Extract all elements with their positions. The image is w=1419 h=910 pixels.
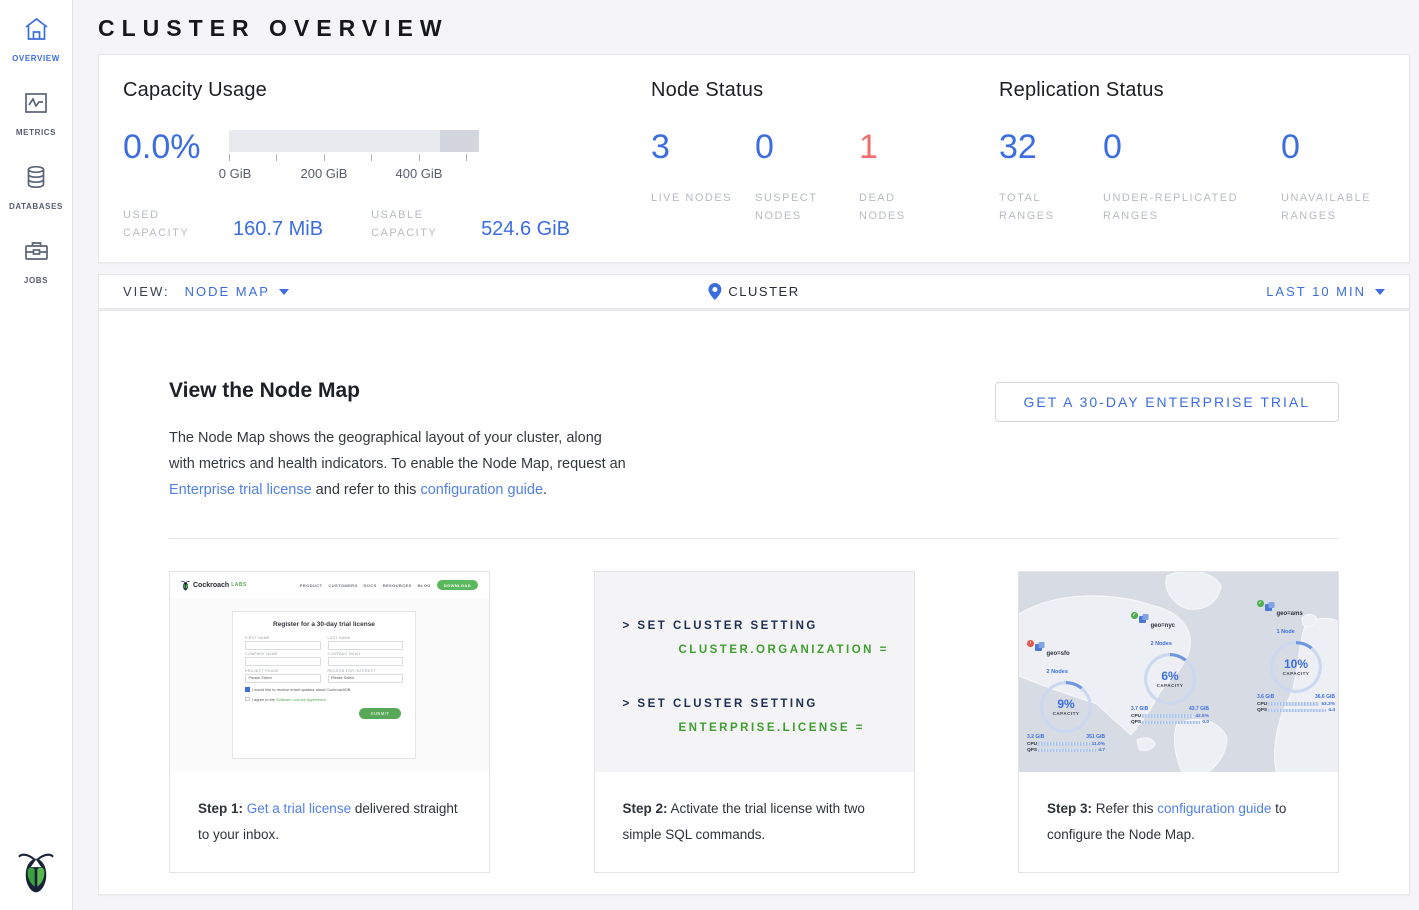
section-divider [169,538,1339,539]
under-replicated-ranges-value: 0 [1103,128,1281,167]
live-nodes-value: 3 [651,128,755,167]
sidebar-item-label: METRICS [16,128,56,137]
suspect-nodes-value: 0 [755,128,859,167]
app-root: OVERVIEW METRICS DATABASES [0,0,1419,910]
location-pin-icon [708,283,721,300]
sidebar: OVERVIEW METRICS DATABASES [0,0,73,910]
nodes-cube-icon [1035,642,1045,652]
metrics-icon [23,90,49,121]
gauge-tick-label: 200 GiB [301,166,348,181]
page-title: CLUSTER OVERVIEW [98,15,1410,42]
configuration-guide-link-2[interactable]: configuration guide [1157,801,1271,816]
cluster-summary-panel: Capacity Usage 0.0% 0 GiB 200 GiB [98,54,1410,263]
view-bar: VIEW: NODE MAP CLUSTER LAST 10 MIN [98,274,1410,309]
view-label: VIEW: [123,284,170,299]
live-nodes-label: LIVE NODES [651,189,737,207]
capacity-gauge-ticks [229,154,479,162]
used-capacity-value: 160.7 MiB [233,218,323,242]
usable-capacity-value: 524.6 GiB [481,218,570,242]
step2-caption: Step 2: Activate the trial license with … [595,772,914,872]
ok-status-icon: ✓ [1257,600,1264,607]
usable-capacity-label: USABLE CAPACITY [371,206,467,242]
dead-nodes-value: 1 [859,128,963,167]
step2-card: > SET CLUSTER SETTING CLUSTER.ORGANIZATI… [594,571,915,873]
suspect-nodes-label: SUSPECT NODES [755,189,841,225]
replication-status-title: Replication Status [999,79,1385,102]
chevron-down-icon [279,289,289,295]
locality-widget-ams: ✓ geo=ams1 Node 10%CAPACITY 3.6 GiB36.6 … [1257,602,1335,713]
node-map-panel: View the Node Map The Node Map shows the… [98,310,1410,895]
total-ranges-value: 32 [999,128,1103,167]
enterprise-trial-license-link[interactable]: Enterprise trial license [169,482,312,498]
home-icon [23,16,50,47]
jobs-icon [23,238,50,269]
sidebar-item-metrics[interactable]: METRICS [16,90,56,137]
sidebar-item-label: JOBS [24,276,48,285]
unavailable-ranges-value: 0 [1281,128,1385,167]
registration-screenshot: CockroachLABS PRODUCTCUSTOMERSDOCS RESOU… [170,572,489,772]
sidebar-item-databases[interactable]: DATABASES [9,164,63,211]
sidebar-item-overview[interactable]: OVERVIEW [12,16,60,63]
used-capacity: USED CAPACITY 160.7 MiB [123,206,323,242]
databases-icon [23,164,49,195]
nodes-cube-icon [1265,602,1275,612]
node-map-illustration: ! geo=sfo2 Nodes 9%CAPACITY 3.2 GiB351 G… [1019,572,1338,772]
node-status-section: Node Status 3 LIVE NODES 0 SUSPECT NODES… [651,77,999,240]
mini-download-button: DOWNLOAD [437,580,478,590]
capacity-percent: 0.0% [123,128,229,182]
dead-status-icon: ! [1027,640,1034,647]
gauge-tick-label: 0 GiB [219,166,252,181]
mini-trial-form: Register for a 30-day trial license FIRS… [232,611,416,759]
configuration-guide-link[interactable]: configuration guide [420,482,543,498]
used-capacity-label: USED CAPACITY [123,206,219,242]
capacity-usage-title: Capacity Usage [123,79,651,102]
dead-nodes-stat: 1 DEAD NODES [859,128,963,225]
node-map-heading: View the Node Map [169,379,649,403]
suspect-nodes-stat: 0 SUSPECT NODES [755,128,859,225]
cockroach-labs-logo: CockroachLABS [181,579,247,591]
sidebar-item-label: DATABASES [9,202,63,211]
sql-commands-illustration: > SET CLUSTER SETTING CLUSTER.ORGANIZATI… [595,572,914,772]
step1-caption: Step 1: Get a trial license delivered st… [170,772,489,872]
sidebar-item-jobs[interactable]: JOBS [23,238,50,285]
gauge-tick-label: 400 GiB [396,166,443,181]
time-range-dropdown[interactable]: LAST 10 MIN [1266,284,1385,299]
node-map-description: The Node Map shows the geographical layo… [169,425,631,503]
main-content: CLUSTER OVERVIEW Capacity Usage 0.0% [73,0,1419,910]
under-replicated-ranges-stat: 0 UNDER-REPLICATED RANGES [1103,128,1281,225]
ok-status-icon: ✓ [1131,612,1138,619]
cluster-breadcrumb[interactable]: CLUSTER [708,283,799,300]
chevron-down-icon [1375,289,1385,295]
sidebar-item-label: OVERVIEW [12,54,60,63]
step3-card: ! geo=sfo2 Nodes 9%CAPACITY 3.2 GiB351 G… [1018,571,1339,873]
nodes-cube-icon [1139,614,1149,624]
under-replicated-ranges-label: UNDER-REPLICATED RANGES [1103,189,1268,225]
total-ranges-label: TOTAL RANGES [999,189,1085,225]
capacity-gauge-bar [229,130,479,152]
total-ranges-stat: 32 TOTAL RANGES [999,128,1103,225]
step3-caption: Step 3: Refer this configuration guide t… [1019,772,1338,872]
capacity-gauge: 0 GiB 200 GiB 400 GiB [229,130,479,182]
unavailable-ranges-stat: 0 UNAVAILABLE RANGES [1281,128,1385,225]
locality-widget-sfo: ! geo=sfo2 Nodes 9%CAPACITY 3.2 GiB351 G… [1027,642,1105,753]
node-status-title: Node Status [651,79,999,102]
enterprise-trial-button[interactable]: GET A 30-DAY ENTERPRISE TRIAL [995,382,1340,422]
step1-card: CockroachLABS PRODUCTCUSTOMERSDOCS RESOU… [169,571,490,873]
view-dropdown[interactable]: NODE MAP [185,284,289,299]
dead-nodes-label: DEAD NODES [859,189,945,225]
live-nodes-stat: 3 LIVE NODES [651,128,755,225]
get-trial-license-link[interactable]: Get a trial license [247,801,351,816]
locality-widget-nyc: ✓ geo=nyc2 Nodes 6%CAPACITY 3.7 GiB43.7 … [1131,614,1209,725]
usable-capacity: USABLE CAPACITY 524.6 GiB [371,206,570,242]
mini-site-nav: PRODUCTCUSTOMERSDOCS RESOURCESBLOG DOWNL… [294,580,478,590]
capacity-usage-section: Capacity Usage 0.0% 0 GiB 200 GiB [123,77,651,240]
replication-status-section: Replication Status 32 TOTAL RANGES 0 UND… [999,77,1385,240]
cockroachdb-logo [17,847,55,898]
unavailable-ranges-label: UNAVAILABLE RANGES [1281,189,1391,225]
